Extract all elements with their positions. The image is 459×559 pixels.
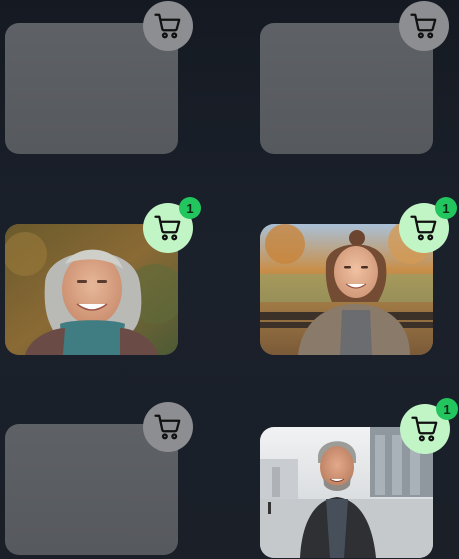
cart-icon [154,414,181,440]
add-to-cart-button[interactable]: 1 [400,398,458,454]
add-to-cart-button[interactable]: 1 [399,197,457,253]
add-to-cart-button[interactable] [399,1,449,51]
cart-icon [410,215,437,241]
cart-icon [154,13,181,39]
cart-count-badge: 1 [436,398,458,420]
add-to-cart-button[interactable] [143,402,193,452]
cart-icon [154,215,181,241]
cart-count-badge: 1 [179,197,201,219]
cart-icon [411,416,438,442]
add-to-cart-button[interactable] [143,1,193,51]
add-to-cart-button[interactable]: 1 [143,197,201,253]
cart-icon [410,13,437,39]
product-grid: 1 1 1 [0,0,459,559]
cart-count-badge: 1 [435,197,457,219]
